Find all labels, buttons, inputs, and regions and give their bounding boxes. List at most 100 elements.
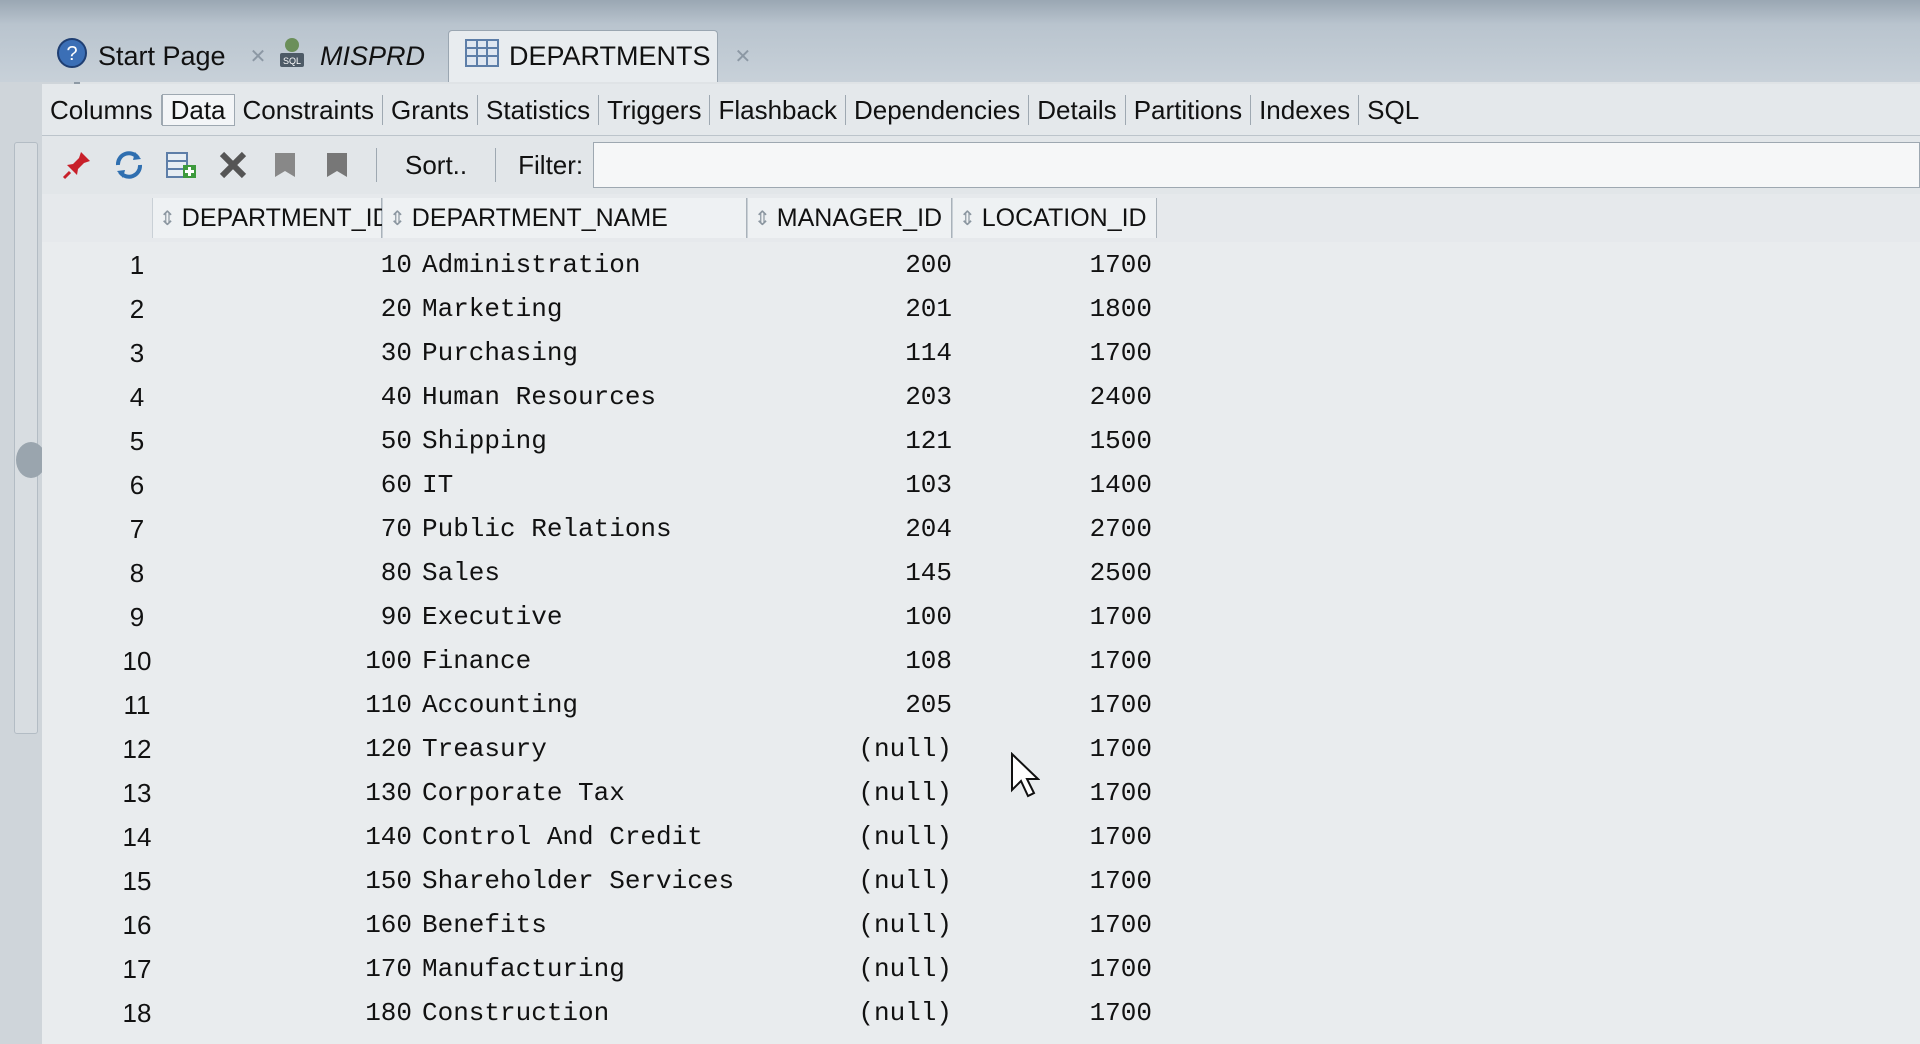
vertical-scrollbar[interactable]	[14, 142, 38, 734]
cell-department-name[interactable]: Corporate Tax	[422, 778, 625, 808]
cell-manager-id[interactable]: 204	[742, 514, 952, 544]
cell-department-name[interactable]: Benefits	[422, 910, 547, 940]
cell-manager-id[interactable]: 200	[742, 250, 952, 280]
insert-row-icon[interactable]	[160, 144, 202, 186]
subtab-columns[interactable]: Columns	[42, 94, 162, 125]
cell-department-name[interactable]: Administration	[422, 250, 640, 280]
cell-manager-id[interactable]: 205	[742, 690, 952, 720]
refresh-icon[interactable]	[108, 144, 150, 186]
cell-department-name[interactable]: Public Relations	[422, 514, 672, 544]
cell-manager-id[interactable]: 103	[742, 470, 952, 500]
cell-manager-id[interactable]: 201	[742, 294, 952, 324]
delete-row-icon[interactable]	[212, 144, 254, 186]
cell-department-id[interactable]: 60	[292, 470, 412, 500]
column-header-department-id[interactable]: ⇕ DEPARTMENT_ID	[152, 198, 391, 238]
cell-department-name[interactable]: Sales	[422, 558, 500, 588]
cell-department-name[interactable]: Finance	[422, 646, 531, 676]
cell-department-id[interactable]: 180	[292, 998, 412, 1028]
table-row[interactable]: 17 170 Manufacturing (null) 1700	[42, 948, 1152, 992]
cell-manager-id[interactable]: (null)	[742, 822, 952, 852]
subtab-triggers[interactable]: Triggers	[599, 94, 711, 125]
cell-department-id[interactable]: 20	[292, 294, 412, 324]
table-row[interactable]: 5 50 Shipping 121 1500	[42, 420, 1152, 464]
cell-department-id[interactable]: 40	[292, 382, 412, 412]
cell-manager-id[interactable]: 114	[742, 338, 952, 368]
filter-input[interactable]	[593, 142, 1920, 188]
table-row[interactable]: 10 100 Finance 108 1700	[42, 640, 1152, 684]
cell-location-id[interactable]: 2500	[962, 558, 1152, 588]
cell-department-name[interactable]: Treasury	[422, 734, 547, 764]
column-header-manager-id[interactable]: ⇕ MANAGER_ID	[747, 198, 952, 238]
close-icon[interactable]: ✕	[735, 44, 752, 69]
cell-department-name[interactable]: Human Resources	[422, 382, 656, 412]
cell-location-id[interactable]: 1700	[962, 866, 1152, 896]
subtab-partitions[interactable]: Partitions	[1126, 94, 1252, 125]
cell-manager-id[interactable]: (null)	[742, 866, 952, 896]
tab-departments[interactable]: DEPARTMENTS ✕	[448, 30, 751, 82]
cell-department-id[interactable]: 150	[292, 866, 412, 896]
table-row[interactable]: 15 150 Shareholder Services (null) 1700	[42, 860, 1152, 904]
cell-location-id[interactable]: 1700	[962, 910, 1152, 940]
cell-department-name[interactable]: Construction	[422, 998, 609, 1028]
column-header-location-id[interactable]: ⇕ LOCATION_ID	[952, 198, 1157, 238]
table-row[interactable]: 8 80 Sales 145 2500	[42, 552, 1152, 596]
cell-department-name[interactable]: Shareholder Services	[422, 866, 734, 896]
cell-location-id[interactable]: 1800	[962, 294, 1152, 324]
sort-button[interactable]: Sort..	[395, 150, 477, 181]
cell-department-name[interactable]: Marketing	[422, 294, 562, 324]
cell-location-id[interactable]: 1400	[962, 470, 1152, 500]
table-row[interactable]: 18 180 Construction (null) 1700	[42, 992, 1152, 1036]
cell-department-id[interactable]: 100	[292, 646, 412, 676]
commit-icon[interactable]	[264, 144, 306, 186]
cell-location-id[interactable]: 1700	[962, 646, 1152, 676]
cell-manager-id[interactable]: (null)	[742, 954, 952, 984]
cell-manager-id[interactable]: (null)	[742, 734, 952, 764]
table-row[interactable]: 11 110 Accounting 205 1700	[42, 684, 1153, 728]
cell-location-id[interactable]: 1700	[962, 250, 1152, 280]
cell-manager-id[interactable]: (null)	[742, 910, 952, 940]
table-row[interactable]: 13 130 Corporate Tax (null) 1700	[42, 772, 1152, 816]
cell-manager-id[interactable]: (null)	[742, 778, 952, 808]
tab-start-page[interactable]: ? Start Page ✕	[40, 30, 282, 82]
cell-department-id[interactable]: 160	[292, 910, 412, 940]
cell-department-id[interactable]: 80	[292, 558, 412, 588]
table-row[interactable]: 12 120 Treasury (null) 1700	[42, 728, 1152, 772]
cell-location-id[interactable]: 2400	[962, 382, 1152, 412]
cell-department-id[interactable]: 110	[292, 690, 412, 720]
cell-department-name[interactable]: Shipping	[422, 426, 547, 456]
cell-location-id[interactable]: 1700	[962, 734, 1152, 764]
cell-department-id[interactable]: 170	[292, 954, 412, 984]
cell-department-id[interactable]: 50	[292, 426, 412, 456]
cell-department-name[interactable]: Purchasing	[422, 338, 578, 368]
subtab-grants[interactable]: Grants	[383, 94, 479, 125]
table-row[interactable]: 1 10 Administration 200 1700	[42, 244, 1152, 288]
subtab-data[interactable]: Data	[161, 93, 235, 126]
cell-department-name[interactable]: Executive	[422, 602, 562, 632]
cell-department-name[interactable]: Accounting	[422, 690, 578, 720]
table-row[interactable]: 2 20 Marketing 201 1800	[42, 288, 1152, 332]
cell-location-id[interactable]: 1500	[962, 426, 1152, 456]
subtab-constraints[interactable]: Constraints	[235, 94, 384, 125]
cell-location-id[interactable]: 2700	[962, 514, 1152, 544]
cell-location-id[interactable]: 1700	[962, 690, 1152, 720]
cell-department-name[interactable]: Control And Credit	[422, 822, 703, 852]
table-row[interactable]: 7 70 Public Relations 204 2700	[42, 508, 1152, 552]
cell-manager-id[interactable]: 108	[742, 646, 952, 676]
table-row[interactable]: 4 40 Human Resources 203 2400	[42, 376, 1152, 420]
cell-department-id[interactable]: 70	[292, 514, 412, 544]
cell-department-name[interactable]: IT	[422, 470, 453, 500]
column-header-department-name[interactable]: ⇕ DEPARTMENT_NAME	[382, 198, 747, 238]
table-row[interactable]: 6 60 IT 103 1400	[42, 464, 1152, 508]
cell-manager-id[interactable]: 145	[742, 558, 952, 588]
cell-manager-id[interactable]: 100	[742, 602, 952, 632]
cell-location-id[interactable]: 1700	[962, 602, 1152, 632]
cell-department-id[interactable]: 130	[292, 778, 412, 808]
rollback-icon[interactable]	[316, 144, 358, 186]
cell-location-id[interactable]: 1700	[962, 778, 1152, 808]
subtab-flashback[interactable]: Flashback	[710, 94, 846, 125]
subtab-dependencies[interactable]: Dependencies	[846, 94, 1030, 125]
table-row[interactable]: 3 30 Purchasing 114 1700	[42, 332, 1152, 376]
table-row[interactable]: 16 160 Benefits (null) 1700	[42, 904, 1152, 948]
cell-department-id[interactable]: 90	[292, 602, 412, 632]
subtab-details[interactable]: Details	[1029, 94, 1126, 125]
